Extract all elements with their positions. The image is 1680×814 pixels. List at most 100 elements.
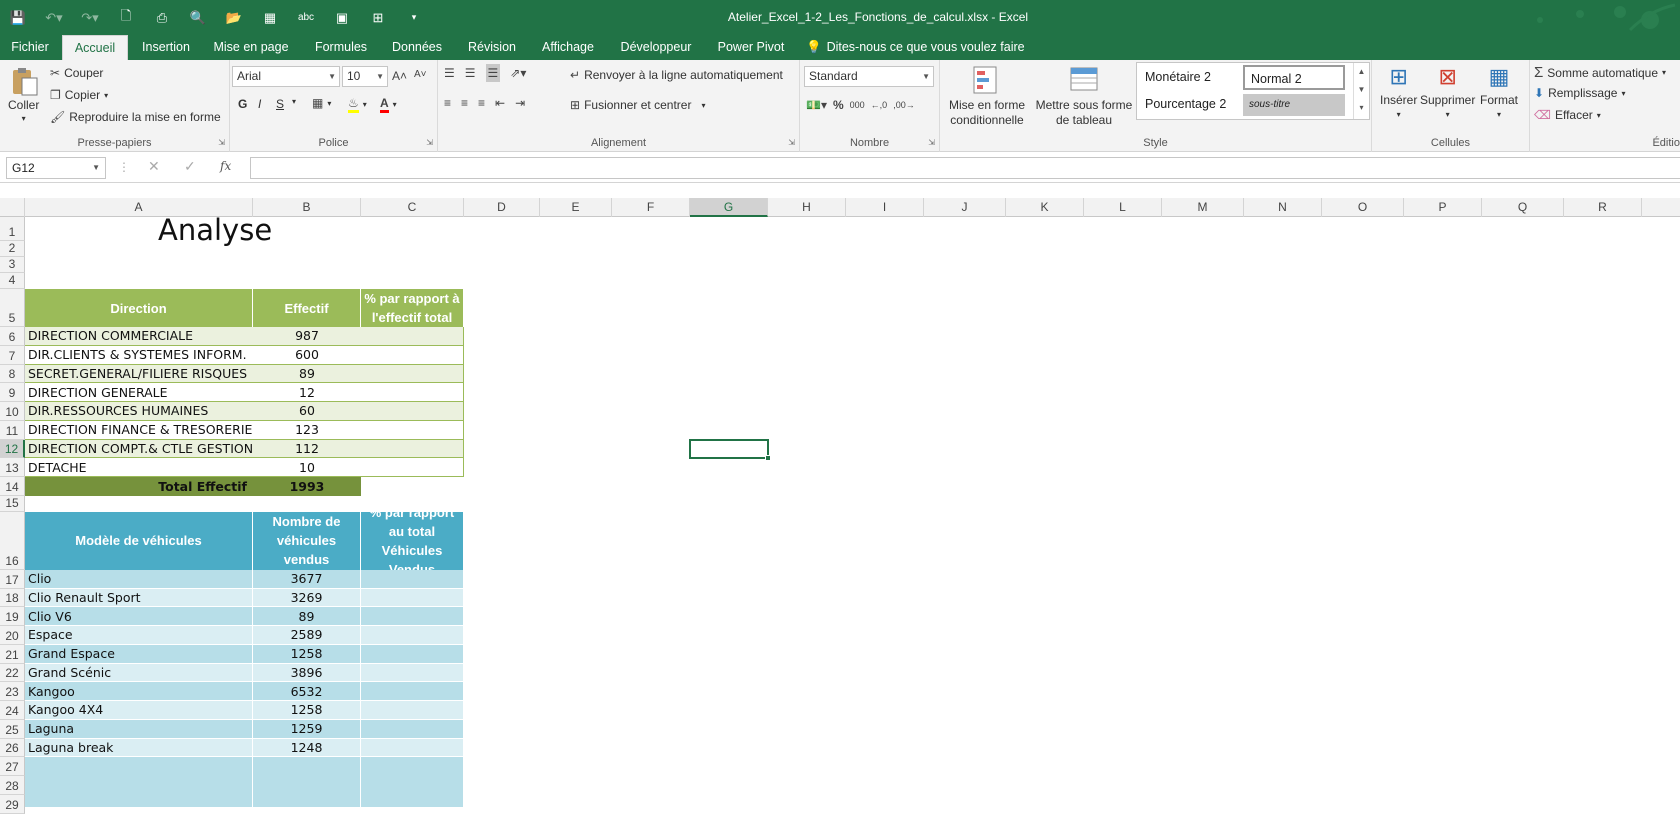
table2-percent-cell[interactable] — [361, 663, 464, 683]
row-header-26[interactable]: 26 — [0, 738, 25, 758]
customize-qat-icon[interactable]: ▾ — [396, 0, 432, 35]
table1-percent-cell[interactable] — [361, 439, 464, 459]
table2-sold-cell[interactable]: 6532 — [253, 682, 361, 701]
table2-model-cell[interactable]: Espace — [25, 626, 253, 645]
table2-sold-cell[interactable]: 1259 — [253, 719, 361, 739]
thousands-button[interactable]: 000 — [850, 100, 865, 110]
row-header-11[interactable]: 11 — [0, 420, 25, 440]
table2-model-cell[interactable]: Laguna break — [25, 738, 253, 758]
table1-percent-cell[interactable] — [361, 364, 464, 384]
table2-percent-cell[interactable] — [361, 644, 464, 664]
row-header-23[interactable]: 23 — [0, 682, 25, 701]
tab-insert[interactable]: Insertion — [132, 35, 200, 60]
spelling-icon[interactable]: abc — [288, 0, 324, 35]
table2-percent-cell[interactable] — [361, 682, 464, 701]
borders-button[interactable]: ▦ ▾ — [312, 96, 331, 110]
alignment-launcher-icon[interactable]: ⇲ — [788, 138, 795, 147]
fill-button[interactable]: ⬇ Remplissage ▾ — [1534, 86, 1625, 100]
column-header-d[interactable]: D — [464, 198, 540, 217]
row-header-17[interactable]: 17 — [0, 569, 25, 589]
table1-total-value[interactable]: 1993 — [253, 477, 361, 496]
row-header-2[interactable]: 2 — [0, 241, 25, 257]
number-launcher-icon[interactable]: ⇲ — [928, 138, 935, 147]
column-header-m[interactable]: M — [1162, 198, 1244, 217]
table1-effectif-cell[interactable]: 12 — [253, 383, 361, 402]
table2-sold-cell[interactable]: 3269 — [253, 588, 361, 608]
column-header-c[interactable]: C — [361, 198, 464, 217]
tab-developer[interactable]: Développeur — [614, 35, 698, 60]
table1-header-0[interactable]: Direction — [25, 289, 253, 327]
row-header-10[interactable]: 10 — [0, 402, 25, 421]
column-header-k[interactable]: K — [1006, 198, 1084, 217]
insert-cells-button[interactable]: ⊞ Insérer ▾ — [1380, 64, 1417, 119]
font-size-combo[interactable]: 10 ▼ — [342, 66, 388, 87]
row-header-18[interactable]: 18 — [0, 588, 25, 608]
select-all-corner[interactable] — [0, 198, 25, 217]
align-bottom-icon[interactable]: ☰ — [485, 64, 501, 82]
row-header-1[interactable]: 1 — [0, 217, 25, 241]
table2-percent-cell[interactable] — [361, 626, 464, 645]
percent-button[interactable]: % — [833, 98, 844, 112]
open-folder-icon[interactable]: 📂 — [216, 0, 252, 35]
redo-icon[interactable]: ↷▾ — [72, 0, 108, 35]
table1-header-2[interactable]: % par rapport à l'effectif total — [361, 289, 464, 327]
form-icon[interactable]: ▦ — [252, 0, 288, 35]
wrap-text-button[interactable]: ↵ Renvoyer à la ligne automatiquement — [570, 68, 783, 82]
tab-view[interactable]: Affichage — [536, 35, 600, 60]
orientation-icon[interactable]: ⇗▾ — [510, 66, 526, 80]
table1-direction-cell[interactable]: DIRECTION FINANCE & TRESORERIE — [25, 420, 253, 440]
increase-decimal-icon[interactable]: ←,0 — [871, 100, 888, 110]
table1-percent-cell[interactable] — [361, 327, 464, 346]
bold-button[interactable]: G — [238, 97, 247, 111]
table2-header-2[interactable]: % par rapport au total Véhicules Vendus — [361, 511, 464, 570]
row-header-16[interactable]: 16 — [0, 511, 25, 570]
table2-row-partial[interactable] — [361, 757, 464, 807]
name-box[interactable]: G12 ▼ — [6, 157, 106, 179]
table1-percent-cell[interactable] — [361, 458, 464, 477]
align-left-icon[interactable]: ≡ — [444, 96, 451, 110]
align-middle-icon[interactable]: ☰ — [465, 66, 476, 80]
column-header-g[interactable]: G — [690, 198, 768, 217]
undo-icon[interactable]: ↶▾ — [36, 0, 72, 35]
formula-input[interactable] — [250, 157, 1680, 179]
delete-cells-button[interactable]: ⊠ Supprimer ▾ — [1420, 64, 1475, 119]
font-launcher-icon[interactable]: ⇲ — [426, 138, 433, 147]
table1-direction-cell[interactable]: DIR.RESSOURCES HUMAINES — [25, 402, 253, 421]
enter-icon[interactable]: ✓ — [184, 158, 196, 175]
table2-row-partial[interactable] — [25, 757, 253, 807]
table2-model-cell[interactable]: Kangoo — [25, 682, 253, 701]
table1-direction-cell[interactable]: DIRECTION COMPT.& CTLE GESTION — [25, 439, 253, 459]
column-header-e[interactable]: E — [540, 198, 612, 217]
tell-me-box[interactable]: 💡 Dites-nous ce que vous voulez faire — [806, 35, 1026, 60]
format-cells-button[interactable]: ▦ Format ▾ — [1480, 64, 1518, 119]
row-header-28[interactable]: 28 — [0, 776, 25, 795]
row-header-5[interactable]: 5 — [0, 289, 25, 327]
align-right-icon[interactable]: ≡ — [478, 96, 485, 110]
table2-header-1[interactable]: Nombre de véhicules vendus — [253, 511, 361, 570]
column-header-i[interactable]: I — [846, 198, 924, 217]
table2-percent-cell[interactable] — [361, 569, 464, 589]
align-center-icon[interactable]: ≡ — [461, 96, 468, 110]
tab-home[interactable]: Accueil — [62, 35, 128, 60]
row-header-27[interactable]: 27 — [0, 757, 25, 776]
fill-color-button[interactable]: ♨ ▾ — [348, 96, 367, 113]
row-header-9[interactable]: 9 — [0, 383, 25, 402]
row-header-8[interactable]: 8 — [0, 364, 25, 384]
table2-percent-cell[interactable] — [361, 588, 464, 608]
table2-sold-cell[interactable]: 3896 — [253, 663, 361, 683]
table1-percent-cell[interactable] — [361, 402, 464, 421]
column-header-n[interactable]: N — [1244, 198, 1322, 217]
table1-effectif-cell[interactable]: 89 — [253, 364, 361, 384]
row-header-22[interactable]: 22 — [0, 663, 25, 683]
table2-row-partial[interactable] — [253, 757, 361, 807]
style-monetaire[interactable]: Monétaire 2 — [1139, 65, 1239, 90]
align-top-icon[interactable]: ☰ — [444, 66, 455, 80]
print-preview-icon[interactable]: 🔍 — [180, 0, 216, 35]
table1-effectif-cell[interactable]: 123 — [253, 420, 361, 440]
table2-model-cell[interactable]: Clio Renault Sport — [25, 588, 253, 608]
row-header-24[interactable]: 24 — [0, 701, 25, 720]
table2-model-cell[interactable]: Laguna — [25, 719, 253, 739]
column-header-p[interactable]: P — [1404, 198, 1482, 217]
font-name-combo[interactable]: Arial ▼ — [232, 66, 340, 87]
table1-total-label[interactable]: Total Effectif — [25, 477, 253, 496]
